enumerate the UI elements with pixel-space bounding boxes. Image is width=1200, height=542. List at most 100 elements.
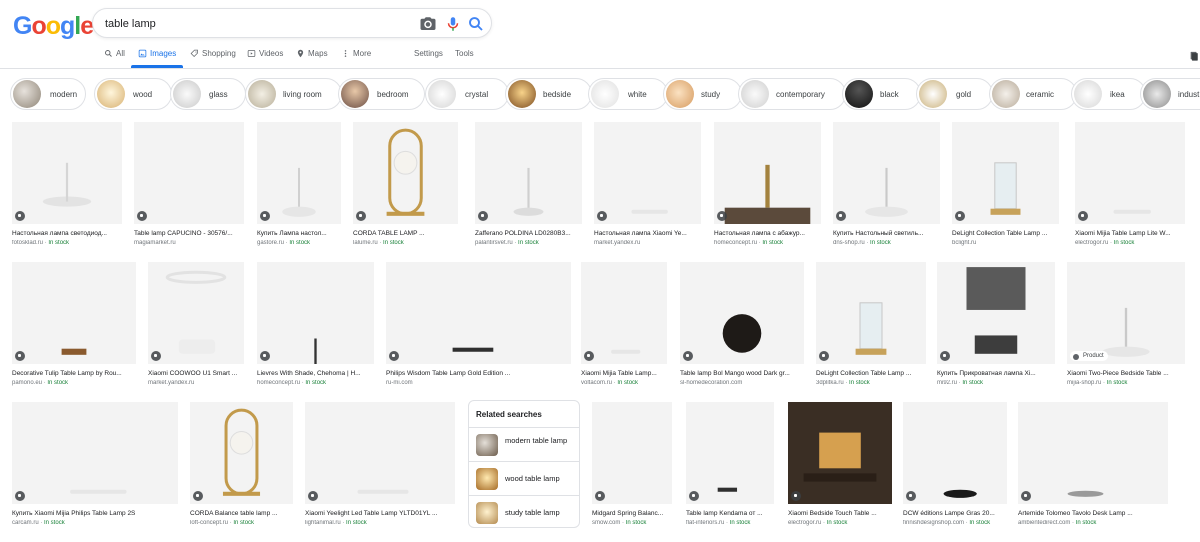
result-caption[interactable]: Artemide Tolomeo Tavolo Desk Lamp ... xyxy=(1018,510,1168,517)
result-caption[interactable]: Купить Xiaomi Mijia Philips Table Lamp 2… xyxy=(12,510,178,517)
image-result[interactable]: DeLight Collection Table Lamp ... 3dplitk… xyxy=(816,262,926,388)
tab-shopping[interactable]: Shopping xyxy=(190,49,236,58)
result-thumbnail[interactable] xyxy=(190,402,293,504)
image-result[interactable]: CORDA Balance table lamp ... loft-concept… xyxy=(190,402,293,528)
result-thumbnail[interactable] xyxy=(594,122,701,224)
chip-living-room[interactable]: living room xyxy=(245,78,342,110)
result-caption[interactable]: Xiaomi Two-Piece Bedside Table ... xyxy=(1067,370,1185,377)
result-thumbnail[interactable] xyxy=(903,402,1007,504)
result-caption[interactable]: Midgard Spring Balanc... xyxy=(592,510,672,517)
related-search-item[interactable]: wood table lamp xyxy=(469,461,579,495)
chip-white[interactable]: white xyxy=(588,78,668,110)
result-thumbnail[interactable] xyxy=(257,122,341,224)
image-result[interactable]: CORDA TABLE LAMP ... lalume.ru · In stock xyxy=(353,122,458,248)
result-caption[interactable]: Xiaomi Yeelight Led Table Lamp YLTD01YL … xyxy=(305,510,455,517)
tab-videos[interactable]: Videos xyxy=(247,49,283,58)
result-thumbnail[interactable] xyxy=(816,262,926,364)
result-thumbnail[interactable] xyxy=(788,402,892,504)
result-caption[interactable]: DeLight Collection Table Lamp ... xyxy=(816,370,926,377)
image-result[interactable]: DCW éditions Lampe Gras 20... finnishdesi… xyxy=(903,402,1007,528)
tab-maps[interactable]: Maps xyxy=(296,49,328,58)
result-caption[interactable]: Xiaomi COOWOO U1 Smart ... xyxy=(148,370,244,377)
result-caption[interactable]: DCW éditions Lampe Gras 20... xyxy=(903,510,1007,517)
result-thumbnail[interactable] xyxy=(12,262,136,364)
image-result[interactable]: Table lamp Kendama от ... flat-interiors.… xyxy=(686,402,774,528)
result-thumbnail[interactable] xyxy=(1075,122,1185,224)
image-result[interactable]: Xiaomi COOWOO U1 Smart ... market.yandex.… xyxy=(148,262,244,388)
google-logo[interactable]: Google xyxy=(13,12,94,41)
chip-contemporary[interactable]: contemporary xyxy=(738,78,846,110)
result-caption[interactable]: Table lamp Bol Mango wood Dark gr... xyxy=(680,370,804,377)
camera-icon[interactable] xyxy=(419,15,437,33)
result-caption[interactable]: Купить Прикроватная лампа Xi... xyxy=(937,370,1055,377)
image-result[interactable]: Настольная лампа светодиод... fotosklad.r… xyxy=(12,122,122,248)
result-caption[interactable]: CORDA Balance table lamp ... xyxy=(190,510,293,517)
result-caption[interactable]: Table lamp CAPUCINO - 30576/... xyxy=(134,230,244,237)
image-result[interactable]: Купить Настольный светиль... dns-shop.ru … xyxy=(833,122,940,248)
result-thumbnail[interactable] xyxy=(592,402,672,504)
tab-more[interactable]: More xyxy=(341,49,371,58)
chip-bedside[interactable]: bedside xyxy=(505,78,592,110)
result-caption[interactable]: Zafferano POLDINA LD0280B3... xyxy=(475,230,582,237)
related-search-item[interactable]: modern table lamp xyxy=(469,427,579,461)
result-caption[interactable]: Table lamp Kendama от ... xyxy=(686,510,774,517)
image-result[interactable]: Xiaomi Mijia Table Lamp Lite W... electro… xyxy=(1075,122,1185,248)
result-caption[interactable]: Купить Лампа настол... xyxy=(257,230,341,237)
image-result[interactable]: Artemide Tolomeo Tavolo Desk Lamp ... amb… xyxy=(1018,402,1168,528)
result-thumbnail[interactable]: Product xyxy=(1067,262,1185,364)
chip-gold[interactable]: gold xyxy=(916,78,993,110)
collections-icon[interactable] xyxy=(1189,50,1199,62)
result-caption[interactable]: Xiaomi Mijia Table Lamp... xyxy=(581,370,667,377)
image-result[interactable]: Xiaomi Bedside Touch Table ... electrogor… xyxy=(788,402,892,528)
chip-black[interactable]: black xyxy=(842,78,921,110)
chip-wood[interactable]: wood xyxy=(94,78,172,110)
chip-ikea[interactable]: ikea xyxy=(1071,78,1146,110)
image-result[interactable]: Купить Лампа настол... gastore.ru · In st… xyxy=(257,122,341,248)
result-caption[interactable]: Decorative Tulip Table Lamp by Rou... xyxy=(12,370,136,377)
result-thumbnail[interactable] xyxy=(12,402,178,504)
result-thumbnail[interactable] xyxy=(386,262,571,364)
image-result[interactable]: Xiaomi Mijia Table Lamp... voltacom.ru · … xyxy=(581,262,667,388)
result-thumbnail[interactable] xyxy=(952,122,1059,224)
result-thumbnail[interactable] xyxy=(353,122,458,224)
result-caption[interactable]: Lievres With Shade, Chehoma | H... xyxy=(257,370,374,377)
result-caption[interactable]: Настольная лампа Xiaomi Ye... xyxy=(594,230,701,237)
chip-ceramic[interactable]: ceramic xyxy=(989,78,1077,110)
result-thumbnail[interactable] xyxy=(714,122,821,224)
chip-bedroom[interactable]: bedroom xyxy=(338,78,425,110)
result-caption[interactable]: Настольная лампа с абажур... xyxy=(714,230,821,237)
image-result[interactable]: Купить Xiaomi Mijia Philips Table Lamp 2… xyxy=(12,402,178,528)
result-caption[interactable]: Купить Настольный светиль... xyxy=(833,230,940,237)
result-caption[interactable]: DeLight Collection Table Lamp ... xyxy=(952,230,1059,237)
result-thumbnail[interactable] xyxy=(12,122,122,224)
image-result[interactable]: Купить Прикроватная лампа Xi... mi92.ru ·… xyxy=(937,262,1055,388)
image-result[interactable]: Product Xiaomi Two-Piece Bedside Table ..… xyxy=(1067,262,1185,388)
tools-link[interactable]: Tools xyxy=(455,49,474,58)
chip-modern[interactable]: modern xyxy=(10,78,86,110)
result-thumbnail[interactable] xyxy=(680,262,804,364)
result-thumbnail[interactable] xyxy=(148,262,244,364)
image-result[interactable]: Настольная лампа с абажур... homeconcept.… xyxy=(714,122,821,248)
image-result[interactable]: Midgard Spring Balanc... smow.com · In st… xyxy=(592,402,672,528)
chip-crystal[interactable]: crystal xyxy=(425,78,509,110)
result-thumbnail[interactable] xyxy=(833,122,940,224)
result-thumbnail[interactable] xyxy=(475,122,582,224)
microphone-icon[interactable] xyxy=(444,15,462,33)
result-thumbnail[interactable] xyxy=(581,262,667,364)
image-result[interactable]: Zafferano POLDINA LD0280B3... palantirsve… xyxy=(475,122,582,248)
result-thumbnail[interactable] xyxy=(305,402,455,504)
result-thumbnail[interactable] xyxy=(686,402,774,504)
tab-all[interactable]: All xyxy=(104,49,125,58)
chip-indust[interactable]: indust xyxy=(1140,78,1200,110)
image-result[interactable]: Table lamp CAPUCINO - 30576/... magiamark… xyxy=(134,122,244,248)
result-caption[interactable]: Настольная лампа светодиод... xyxy=(12,230,122,237)
tab-images[interactable]: Images xyxy=(138,49,176,58)
result-thumbnail[interactable] xyxy=(937,262,1055,364)
settings-link[interactable]: Settings xyxy=(414,49,443,58)
chip-study[interactable]: study xyxy=(663,78,742,110)
result-caption[interactable]: Xiaomi Bedside Touch Table ... xyxy=(788,510,892,517)
search-input[interactable] xyxy=(105,15,405,33)
result-caption[interactable]: CORDA TABLE LAMP ... xyxy=(353,230,458,237)
image-result[interactable]: DeLight Collection Table Lamp ... bclight… xyxy=(952,122,1059,248)
search-icon[interactable] xyxy=(467,15,485,33)
